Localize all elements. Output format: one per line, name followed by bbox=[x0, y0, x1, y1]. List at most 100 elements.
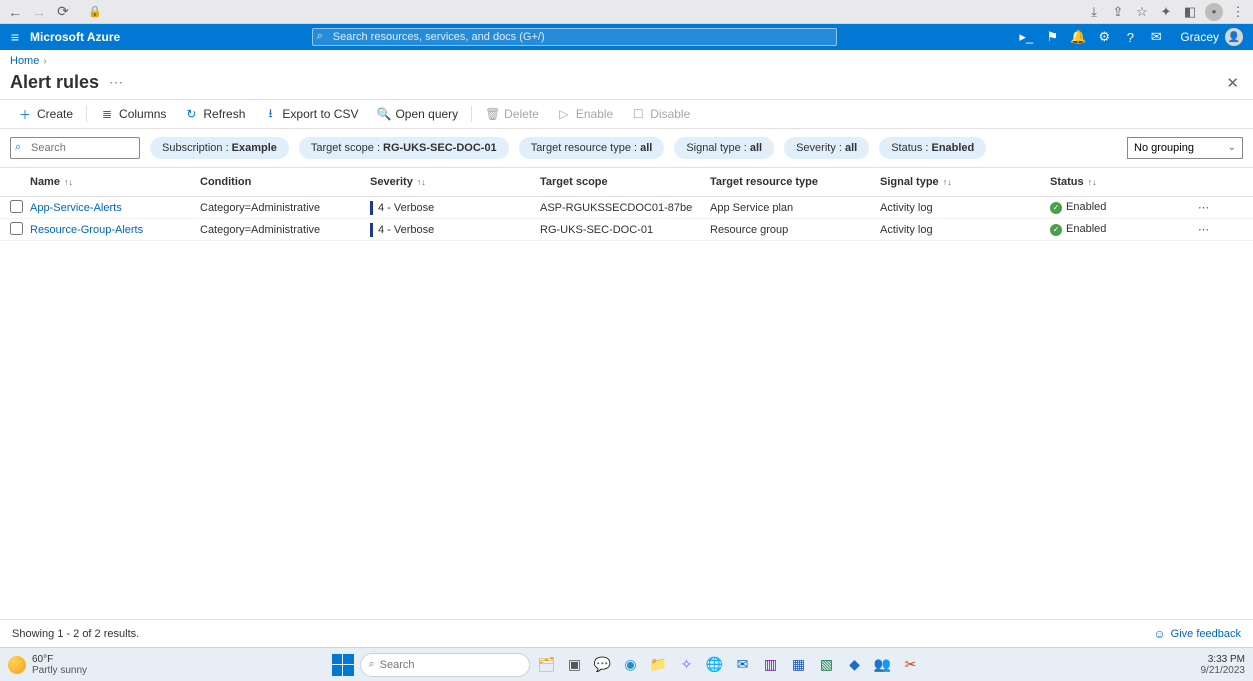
breadcrumb-home[interactable]: Home bbox=[10, 55, 39, 67]
filter-search-input[interactable] bbox=[10, 137, 140, 159]
azure-search-input[interactable] bbox=[312, 28, 837, 46]
col-target-resource-type[interactable]: Target resource type bbox=[710, 176, 880, 188]
feedback-icon[interactable]: ✉ bbox=[1144, 24, 1168, 50]
filter-target-scope[interactable]: Target scope :RG-UKS-SEC-DOC-01 bbox=[299, 137, 509, 159]
extensions-icon[interactable]: ✦ bbox=[1157, 3, 1175, 21]
sort-icon: ↑↓ bbox=[64, 177, 73, 187]
taskbar-clock[interactable]: 3:33 PM 9/21/2023 bbox=[1201, 654, 1246, 676]
explorer-icon[interactable]: 🗂 bbox=[536, 654, 558, 676]
open-query-label: Open query bbox=[395, 107, 458, 121]
filter-value: RG-UKS-SEC-DOC-01 bbox=[383, 142, 497, 154]
col-condition[interactable]: Condition bbox=[200, 176, 370, 188]
install-icon[interactable]: ⤓ bbox=[1085, 3, 1103, 21]
col-status[interactable]: Status↑↓ bbox=[1050, 176, 1180, 188]
edge-icon[interactable]: ◉ bbox=[620, 654, 642, 676]
col-name[interactable]: Name↑↓ bbox=[30, 176, 200, 188]
cell-status: ✓Enabled bbox=[1050, 223, 1180, 235]
filter-status[interactable]: Status :Enabled bbox=[879, 137, 986, 159]
feedback-icon: ☺ bbox=[1153, 627, 1165, 641]
taskbar-weather[interactable]: 60°F Partly sunny bbox=[8, 654, 87, 676]
disable-label: Disable bbox=[650, 107, 690, 121]
grouping-value: No grouping bbox=[1134, 142, 1194, 154]
chrome-icon[interactable]: 🌐 bbox=[704, 654, 726, 676]
onenote-icon[interactable]: ▥ bbox=[760, 654, 782, 676]
play-icon: ▷ bbox=[557, 107, 571, 121]
lock-icon: 🔒 bbox=[88, 5, 102, 18]
alert-rule-link[interactable]: App-Service-Alerts bbox=[30, 202, 122, 214]
hamburger-icon[interactable]: ≡ bbox=[0, 29, 30, 45]
azure-brand[interactable]: Microsoft Azure bbox=[30, 30, 134, 44]
user-menu[interactable]: Gracey 👤 bbox=[1170, 28, 1247, 46]
snip-icon[interactable]: ✂ bbox=[900, 654, 922, 676]
start-icon[interactable] bbox=[332, 654, 354, 676]
chevron-down-icon: ⌄ bbox=[1228, 142, 1236, 153]
export-button[interactable]: ⭳Export to CSV bbox=[255, 102, 366, 126]
filter-subscription[interactable]: Subscription :Example bbox=[150, 137, 289, 159]
share-icon[interactable]: ⇪ bbox=[1109, 3, 1127, 21]
address-bar[interactable]: 🔒 bbox=[80, 4, 1077, 20]
col-target-scope[interactable]: Target scope bbox=[540, 176, 710, 188]
filter-signal-type[interactable]: Signal type :all bbox=[674, 137, 774, 159]
back-icon[interactable]: ← bbox=[6, 3, 24, 21]
browser-toolbar: ← → ⟳ 🔒 ⤓ ⇪ ☆ ✦ ◧ • ⋮ bbox=[0, 0, 1253, 24]
copilot-icon[interactable]: ✧ bbox=[676, 654, 698, 676]
settings-icon[interactable]: ⚙ bbox=[1092, 24, 1116, 50]
filter-value: all bbox=[750, 142, 762, 154]
cloud-shell-icon[interactable]: ▸_ bbox=[1014, 24, 1038, 50]
toolbar-separator bbox=[86, 106, 87, 122]
open-query-button[interactable]: 🔍 Open query bbox=[368, 102, 466, 126]
azure-header: ≡ Microsoft Azure ⌕ ▸_ ⚑ 🔔 ⚙ ? ✉ Gracey … bbox=[0, 24, 1253, 50]
alert-rule-link[interactable]: Resource-Group-Alerts bbox=[30, 224, 143, 236]
forward-icon[interactable]: → bbox=[30, 3, 48, 21]
grouping-wrap: No grouping ⌄ bbox=[1127, 137, 1243, 159]
filter-value: Example bbox=[232, 142, 277, 154]
columns-button[interactable]: ≣Columns bbox=[92, 102, 174, 126]
col-signal-type[interactable]: Signal type↑↓ bbox=[880, 176, 1050, 188]
title-more-icon[interactable]: ⋯ bbox=[109, 74, 123, 91]
create-button[interactable]: ＋Create bbox=[10, 102, 81, 126]
reload-icon[interactable]: ⟳ bbox=[54, 3, 72, 21]
bookmark-icon[interactable]: ☆ bbox=[1133, 3, 1151, 21]
visio-icon[interactable]: ◆ bbox=[844, 654, 866, 676]
row-more-icon[interactable]: ⋯ bbox=[1198, 224, 1210, 236]
directory-icon[interactable]: ⚑ bbox=[1040, 24, 1064, 50]
profile-icon[interactable]: • bbox=[1205, 3, 1223, 21]
filter-value: Enabled bbox=[931, 142, 974, 154]
query-icon: 🔍 bbox=[376, 107, 390, 121]
sidepanel-icon[interactable]: ◧ bbox=[1181, 3, 1199, 21]
filter-resource-type[interactable]: Target resource type :all bbox=[519, 137, 665, 159]
row-checkbox[interactable] bbox=[10, 200, 23, 213]
grouping-select[interactable]: No grouping ⌄ bbox=[1127, 137, 1243, 159]
taskbar-center: ⌕Search 🗂 ▣ 💬 ◉ 📁 ✧ 🌐 ✉ ▥ ▦ ▧ ◆ 👥 ✂ bbox=[332, 653, 922, 677]
word-icon[interactable]: ▦ bbox=[788, 654, 810, 676]
filter-label: Target scope : bbox=[311, 142, 380, 154]
app-icon[interactable]: ▣ bbox=[564, 654, 586, 676]
folder-icon[interactable]: 📁 bbox=[648, 654, 670, 676]
create-label: Create bbox=[37, 107, 73, 121]
taskbar-search[interactable]: ⌕Search bbox=[360, 653, 530, 677]
chevron-right-icon: › bbox=[43, 56, 46, 67]
command-toolbar: ＋Create ≣Columns ↻Refresh ⭳Export to CSV… bbox=[0, 99, 1253, 129]
app-icon[interactable]: 💬 bbox=[592, 654, 614, 676]
clock-time: 3:33 PM bbox=[1201, 654, 1246, 665]
menu-icon[interactable]: ⋮ bbox=[1229, 3, 1247, 21]
enable-label: Enable bbox=[576, 107, 613, 121]
close-icon[interactable]: ✕ bbox=[1222, 74, 1243, 92]
row-more-icon[interactable]: ⋯ bbox=[1198, 202, 1210, 214]
col-status-label: Status bbox=[1050, 176, 1084, 188]
excel-icon[interactable]: ▧ bbox=[816, 654, 838, 676]
outlook-icon[interactable]: ✉ bbox=[732, 654, 754, 676]
status-enabled-icon: ✓ bbox=[1050, 202, 1062, 214]
row-checkbox[interactable] bbox=[10, 222, 23, 235]
refresh-button[interactable]: ↻Refresh bbox=[176, 102, 253, 126]
table-row[interactable]: Resource-Group-AlertsCategory=Administra… bbox=[0, 219, 1253, 241]
table-row[interactable]: App-Service-AlertsCategory=Administrativ… bbox=[0, 197, 1253, 219]
filter-severity[interactable]: Severity :all bbox=[784, 137, 869, 159]
teams-icon[interactable]: 👥 bbox=[872, 654, 894, 676]
col-severity[interactable]: Severity↑↓ bbox=[370, 176, 540, 188]
severity-bar-icon bbox=[370, 223, 373, 237]
notifications-icon[interactable]: 🔔 bbox=[1066, 24, 1090, 50]
filter-search-wrap: ⌕ bbox=[10, 137, 140, 159]
give-feedback-link[interactable]: ☺ Give feedback bbox=[1153, 627, 1241, 641]
help-icon[interactable]: ? bbox=[1118, 24, 1142, 50]
